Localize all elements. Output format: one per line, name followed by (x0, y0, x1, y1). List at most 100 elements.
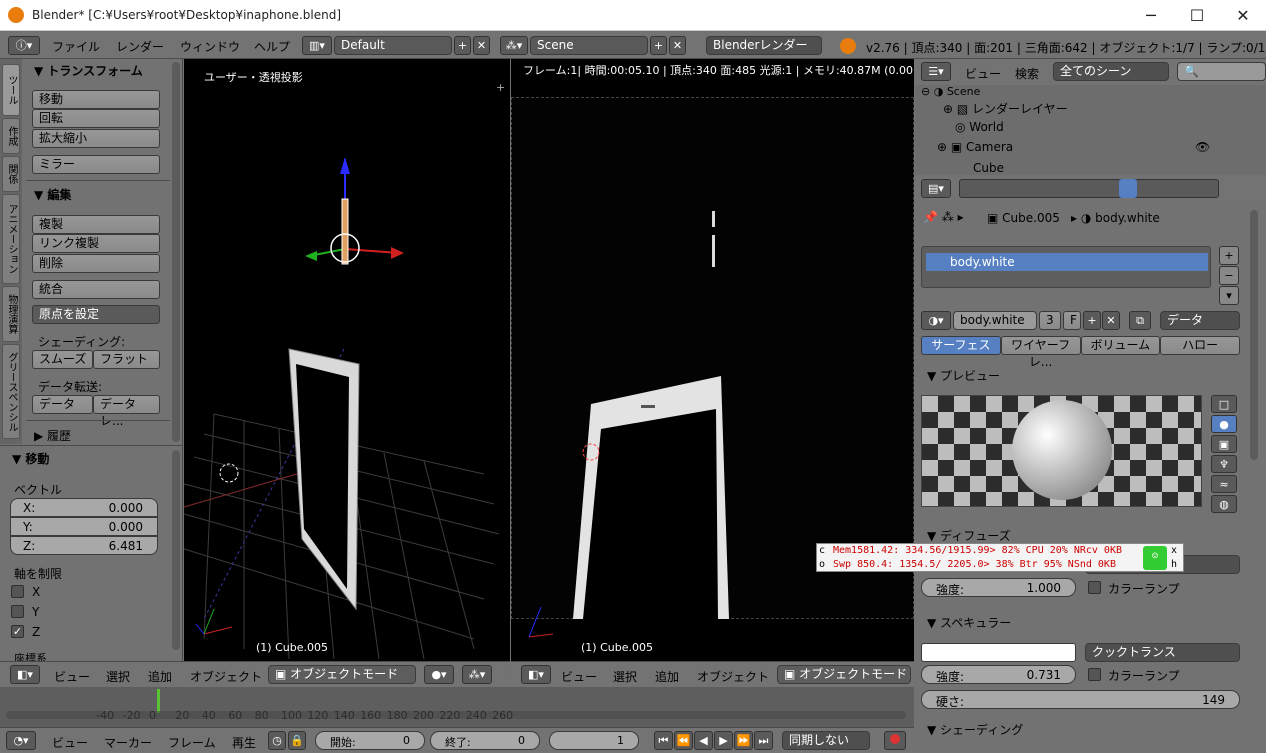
link-select[interactable]: データ (1160, 311, 1240, 330)
hardness-field[interactable]: 硬さ: 149 (921, 690, 1240, 709)
material-tab-icon[interactable] (1119, 179, 1137, 198)
start-frame-field[interactable]: 開始: 0 (315, 731, 425, 750)
gizmo-z-head-icon[interactable] (340, 157, 350, 174)
operator-panel-header[interactable]: ▼ 移動 (12, 450, 49, 467)
mode-select[interactable]: ▣ オブジェクトモード (268, 665, 416, 684)
shading-mode-icon[interactable]: ●▾ (424, 665, 454, 684)
material-browse-icon[interactable]: ◑▾ (921, 311, 951, 330)
scene-field[interactable]: Scene (530, 36, 648, 55)
outliner-row-camera[interactable]: ⊕ ▣ Camera (937, 140, 1013, 154)
preview-plane-icon[interactable]: □ (1211, 395, 1237, 413)
remove-scene-icon[interactable]: ✕ (669, 36, 686, 55)
tab-surface[interactable]: サーフェス (921, 336, 1001, 355)
add-scene-icon[interactable]: + (650, 36, 667, 55)
operator-scrollbar[interactable] (172, 450, 180, 650)
add-layout-icon[interactable]: + (454, 36, 471, 55)
data-transfer-button[interactable]: データ (32, 395, 93, 414)
menu-select[interactable]: 選択 (106, 668, 130, 685)
scale-button[interactable]: 拡大縮小 (32, 129, 160, 148)
tl-menu-view[interactable]: ビュー (52, 734, 88, 751)
layout-field[interactable]: Default (334, 36, 452, 55)
outliner-filter-select[interactable]: 全てのシーン (1053, 62, 1169, 81)
join-button[interactable]: 統合 (32, 280, 160, 299)
timeline[interactable]: -40-200204060801001201401601802002202402… (0, 687, 914, 727)
menu-object-right[interactable]: オブジェクト (697, 668, 769, 685)
unlink-material-icon[interactable]: ✕ (1102, 311, 1120, 330)
properties-scrollbar[interactable] (1250, 210, 1258, 460)
transform-panel-header[interactable]: ▼ トランスフォーム (34, 62, 143, 79)
editor-type-info-icon[interactable]: ⓘ▾ (8, 36, 40, 55)
shade-smooth-button[interactable]: スムーズ (32, 350, 93, 369)
play-icon[interactable]: ▶ (714, 731, 733, 750)
preview-monkey-icon[interactable]: ♆ (1211, 455, 1237, 473)
layout-icon[interactable]: ▥▾ (302, 36, 332, 55)
menu-render[interactable]: レンダー (116, 38, 164, 55)
close-button[interactable]: ✕ (1220, 0, 1266, 31)
tl-menu-frame[interactable]: フレーム (168, 734, 216, 751)
outliner-menu-search[interactable]: 検索 (1015, 65, 1039, 82)
constraint-x-checkbox[interactable] (11, 585, 24, 598)
outliner-row-world[interactable]: ◎ World (955, 120, 1004, 134)
specular-intensity-field[interactable]: 強度: 0.731 (921, 665, 1076, 684)
lock-icon[interactable]: 🔒 (288, 731, 306, 750)
timeline-scrollbar[interactable] (6, 711, 906, 719)
menu-view-right[interactable]: ビュー (561, 668, 597, 685)
slot-menu-icon[interactable]: ▾ (1219, 286, 1239, 305)
shade-flat-button[interactable]: フラット (93, 350, 160, 369)
edit-panel-header[interactable]: ▼ 編集 (34, 186, 71, 203)
menu-select-right[interactable]: 選択 (613, 668, 637, 685)
editor-type-timeline-icon[interactable]: ◔▾ (6, 731, 36, 750)
maximize-button[interactable]: ☐ (1174, 0, 1220, 31)
history-panel-header[interactable]: ▶ 履歴 (34, 427, 71, 444)
tab-physics[interactable]: 物理演算 (2, 286, 20, 342)
menu-view[interactable]: ビュー (54, 668, 90, 685)
diffuse-ramp-checkbox[interactable] (1088, 581, 1101, 594)
camera-object[interactable] (341, 198, 349, 265)
preview-sphere-icon[interactable]: ● (1211, 415, 1237, 433)
material-name-field[interactable]: body.white (953, 311, 1037, 330)
jump-key-prev-icon[interactable]: ⏪ (674, 731, 693, 750)
tab-tools[interactable]: ツール (2, 64, 20, 116)
context-tabs[interactable] (959, 179, 1219, 198)
menu-object[interactable]: オブジェクト (190, 668, 262, 685)
record-icon[interactable] (884, 731, 906, 750)
material-users[interactable]: 3 (1039, 311, 1061, 330)
tab-grease-pencil[interactable]: グリースペンシル (2, 344, 20, 439)
delete-button[interactable]: 削除 (32, 254, 160, 273)
rotate-button[interactable]: 回転 (32, 109, 160, 128)
current-frame-field[interactable]: 1 (549, 731, 639, 750)
vector-x-field[interactable]: X: 0.000 (10, 498, 158, 517)
render-engine-select[interactable]: Blenderレンダー (706, 36, 822, 55)
menu-add[interactable]: 追加 (148, 668, 172, 685)
menu-add-right[interactable]: 追加 (655, 668, 679, 685)
mode-select-right[interactable]: ▣ オブジェクトモード (777, 665, 911, 684)
menu-window[interactable]: ウィンドウ (180, 38, 240, 55)
fake-user-button[interactable]: F (1063, 311, 1081, 330)
add-slot-icon[interactable]: + (1219, 246, 1239, 265)
editor-type-outliner-icon[interactable]: ☰▾ (921, 62, 951, 81)
mirror-button[interactable]: ミラー (32, 155, 160, 174)
tab-volume[interactable]: ボリューム (1080, 336, 1161, 355)
editor-type-3d-icon[interactable]: ◧▾ (10, 665, 40, 684)
duplicate-button[interactable]: 複製 (32, 215, 160, 234)
remove-layout-icon[interactable]: ✕ (473, 36, 490, 55)
outliner-row-renderlayer[interactable]: ⊕ ▧ レンダーレイヤー (943, 100, 1068, 117)
outliner-row-cube[interactable]: Cube (973, 161, 1004, 175)
specular-panel-header[interactable]: ▼ スペキュラー (927, 614, 1011, 631)
constraint-z-checkbox[interactable]: ✓ (11, 625, 24, 638)
specular-ramp-checkbox[interactable] (1088, 668, 1101, 681)
specular-color-swatch[interactable] (921, 643, 1076, 662)
tab-halo[interactable]: ハロー (1160, 336, 1240, 355)
tab-create[interactable]: 作成 (2, 118, 20, 154)
sync-select[interactable]: 同期しない (782, 731, 870, 750)
tool-shelf-scrollbar[interactable] (172, 62, 180, 442)
preview-cube-icon[interactable]: ▣ (1211, 435, 1237, 453)
set-origin-select[interactable]: 原点を設定 (32, 305, 160, 324)
tl-menu-marker[interactable]: マーカー (104, 734, 152, 751)
tab-animation[interactable]: アニメーション (2, 194, 20, 284)
jump-start-icon[interactable]: ⏮ (654, 731, 673, 750)
minimize-button[interactable]: ─ (1128, 0, 1174, 31)
preview-range-icon[interactable]: ◷ (268, 731, 286, 750)
play-reverse-icon[interactable]: ◀ (694, 731, 713, 750)
3d-cursor-icon[interactable] (219, 463, 239, 483)
